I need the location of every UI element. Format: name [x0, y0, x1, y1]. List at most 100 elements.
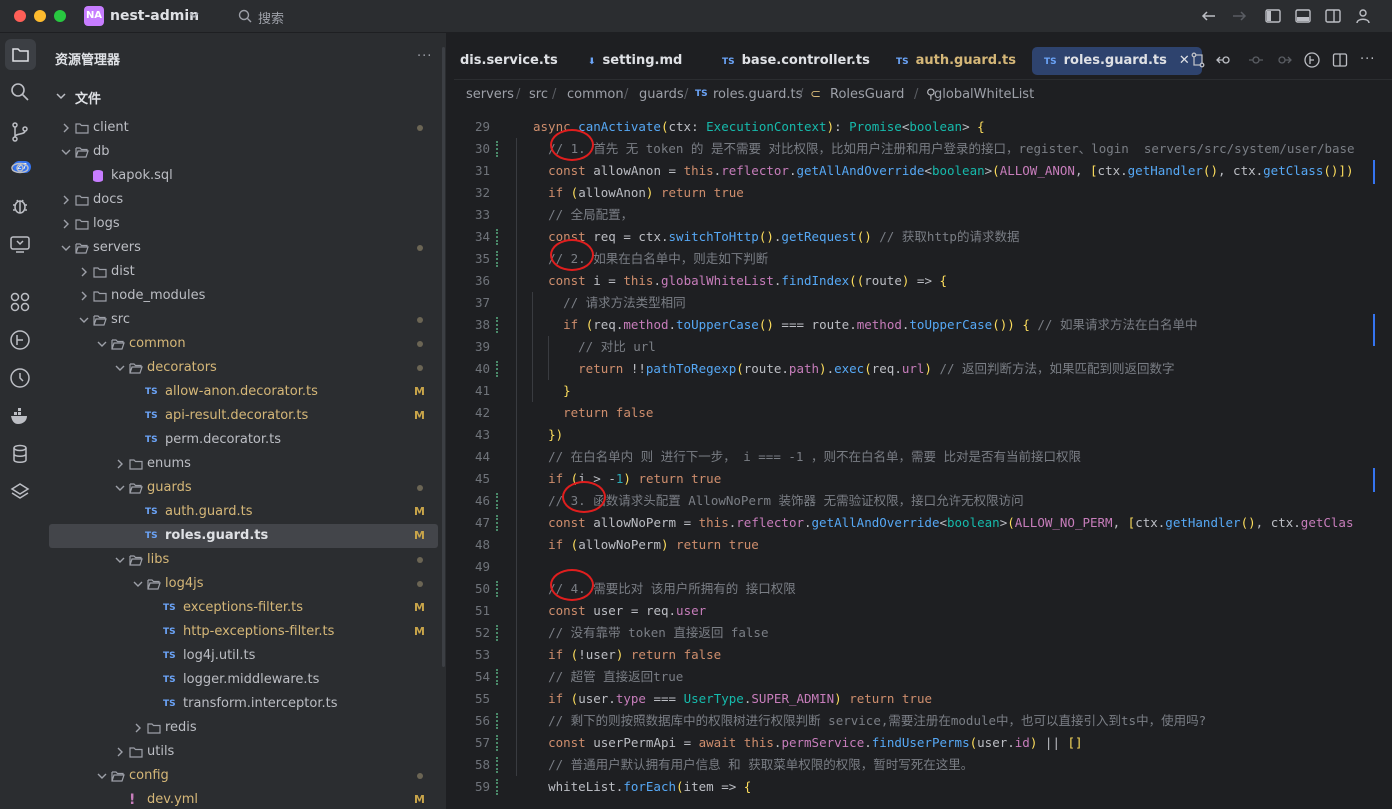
tree-folder[interactable]: libs: [49, 548, 438, 572]
git-graph-icon[interactable]: [1304, 52, 1320, 68]
tree-folder[interactable]: db: [49, 140, 438, 164]
tree-file[interactable]: TS logger.middleware.ts: [49, 668, 438, 692]
tree-folder[interactable]: config: [49, 764, 438, 788]
gutter-change-marker[interactable]: [496, 779, 500, 795]
chevron-down-icon[interactable]: [115, 483, 125, 493]
tree-folder[interactable]: src: [49, 308, 438, 332]
chevron-right-icon[interactable]: [115, 459, 125, 469]
tab-base-controller[interactable]: TS base.controller.ts: [722, 47, 870, 75]
chevron-right-icon[interactable]: [79, 267, 89, 277]
gutter-change-marker[interactable]: [496, 735, 500, 751]
gutter-change-marker[interactable]: [496, 493, 500, 509]
chevron-down-icon[interactable]: [61, 147, 71, 157]
tab-redis-service[interactable]: dis.service.ts: [460, 47, 558, 75]
chevron-down-icon[interactable]: [133, 579, 143, 589]
tree-file[interactable]: TS exceptions-filter.ts M: [49, 596, 438, 620]
go-to-previous-change-icon[interactable]: [1216, 52, 1232, 68]
toggle-panel-icon[interactable]: [1294, 7, 1312, 25]
code-line[interactable]: if (req.method.toUpperCase() === route.m…: [533, 314, 1197, 336]
breadcrumb-item[interactable]: globalWhiteList: [934, 87, 1034, 102]
source-control-icon[interactable]: [9, 121, 31, 143]
tree-file[interactable]: TS api-result.decorator.ts M: [49, 404, 438, 428]
remote-icon[interactable]: [9, 157, 31, 179]
tree-file[interactable]: TS auth.guard.ts M: [49, 500, 438, 524]
gutter-change-marker[interactable]: [496, 229, 500, 245]
account-icon[interactable]: [1354, 7, 1372, 25]
explorer-scrollbar[interactable]: [442, 47, 445, 667]
chevron-right-icon[interactable]: [79, 291, 89, 301]
code-line[interactable]: return false: [533, 402, 653, 424]
breadcrumb-item[interactable]: RolesGuard: [830, 87, 904, 102]
minimize-window-button[interactable]: [34, 10, 46, 22]
code-line[interactable]: // 请求方法类型相同: [533, 292, 686, 314]
go-to-next-change-icon[interactable]: [1276, 52, 1292, 68]
code-line[interactable]: const user = req.user: [533, 600, 706, 622]
tree-folder[interactable]: common: [49, 332, 438, 356]
extensions-icon[interactable]: [9, 291, 31, 313]
gutter-change-marker[interactable]: [496, 317, 500, 333]
code-line[interactable]: // 1. 首先 无 token 的 是不需要 对比权限，比如用户注册和用户登录…: [533, 138, 1355, 160]
code-line[interactable]: // 在白名单内 则 进行下一步， i === -1 ，则不在白名单，需要 比对…: [533, 446, 1081, 468]
tree-file[interactable]: kapok.sql: [49, 164, 438, 188]
source-control-diff-icon[interactable]: [1190, 52, 1206, 68]
code-line[interactable]: if (!user) return false: [533, 644, 721, 666]
code-line[interactable]: // 3. 函数请求头配置 AllowNoPerm 装饰器 无需验证权限，接口允…: [533, 490, 1024, 512]
tree-file[interactable]: TS log4j.util.ts: [49, 644, 438, 668]
breadcrumb-item[interactable]: guards: [639, 87, 684, 102]
chevron-down-icon[interactable]: [115, 363, 125, 373]
chevron-right-icon[interactable]: [61, 195, 71, 205]
database-icon[interactable]: [9, 443, 31, 465]
tab-setting-md[interactable]: ⬇ setting.md: [588, 47, 682, 75]
chevron-down-icon[interactable]: [115, 555, 125, 565]
gutter-change-marker[interactable]: [496, 361, 500, 377]
breadcrumb-item[interactable]: src: [529, 87, 548, 102]
split-editor-icon[interactable]: [1332, 52, 1348, 68]
code-line[interactable]: if (allowAnon) return true: [533, 182, 744, 204]
code-line[interactable]: const req = ctx.switchToHttp().getReques…: [533, 226, 1019, 248]
toggle-secondary-sidebar-icon[interactable]: [1324, 7, 1342, 25]
chevron-down-icon[interactable]: [97, 771, 107, 781]
forward-arrow-icon[interactable]: [1230, 7, 1248, 25]
toggle-sidebar-icon[interactable]: [1264, 7, 1282, 25]
tree-folder[interactable]: utils: [49, 740, 438, 764]
chevron-down-icon[interactable]: [188, 8, 200, 22]
gutter-change-marker[interactable]: [496, 625, 500, 641]
tree-file[interactable]: TS http-exceptions-filter.ts M: [49, 620, 438, 644]
code-line[interactable]: const userPermApi = await this.permServi…: [533, 732, 1083, 754]
tab-roles-guard[interactable]: TS roles.guard.ts ✕: [1032, 47, 1202, 75]
code-line[interactable]: }: [533, 380, 571, 402]
docker-icon[interactable]: [9, 405, 31, 427]
gutter-change-marker[interactable]: [496, 713, 500, 729]
code-line[interactable]: // 普通用户默认拥有用户信息 和 获取菜单权限的权限，暂时写死在这里。: [533, 754, 973, 776]
tree-folder[interactable]: enums: [49, 452, 438, 476]
code-line[interactable]: // 没有靠带 token 直接返回 false: [533, 622, 768, 644]
chevron-down-icon[interactable]: [79, 315, 89, 325]
close-window-button[interactable]: [14, 10, 26, 22]
code-line[interactable]: if (user.type === UserType.SUPER_ADMIN) …: [533, 688, 932, 710]
chevron-right-icon[interactable]: [61, 123, 71, 133]
tree-folder[interactable]: log4js: [49, 572, 438, 596]
tree-folder[interactable]: redis: [49, 716, 438, 740]
gutter-change-marker[interactable]: [496, 581, 500, 597]
chevron-right-icon[interactable]: [133, 723, 143, 733]
code-line[interactable]: // 全局配置，: [533, 204, 633, 226]
tab-auth-guard[interactable]: TS auth.guard.ts: [896, 47, 1016, 75]
layers-icon[interactable]: [9, 481, 31, 503]
tree-folder[interactable]: dist: [49, 260, 438, 284]
tree-folder[interactable]: logs: [49, 212, 438, 236]
tree-file[interactable]: TS perm.decorator.ts: [49, 428, 438, 452]
explorer-icon[interactable]: [5, 39, 36, 70]
code-line[interactable]: const allowAnon = this.reflector.getAllA…: [533, 160, 1353, 182]
code-editor[interactable]: 29 async canActivate(ctx: ExecutionContex…: [454, 116, 1392, 809]
breadcrumb-item[interactable]: common: [567, 87, 624, 102]
more-actions-button[interactable]: ···: [417, 49, 432, 64]
more-actions-button[interactable]: ···: [1360, 52, 1376, 68]
code-line[interactable]: if (allowNoPerm) return true: [533, 534, 759, 556]
project-badge[interactable]: NA: [84, 6, 104, 26]
search-icon[interactable]: [9, 81, 31, 103]
code-line[interactable]: return !!pathToRegexp(route.path).exec(r…: [533, 358, 1174, 380]
code-line[interactable]: }): [533, 424, 563, 446]
back-arrow-icon[interactable]: [1200, 7, 1218, 25]
tree-folder[interactable]: decorators: [49, 356, 438, 380]
code-line[interactable]: // 剩下的则按照数据库中的权限树进行权限判断 service,需要注册在mod…: [533, 710, 1206, 732]
